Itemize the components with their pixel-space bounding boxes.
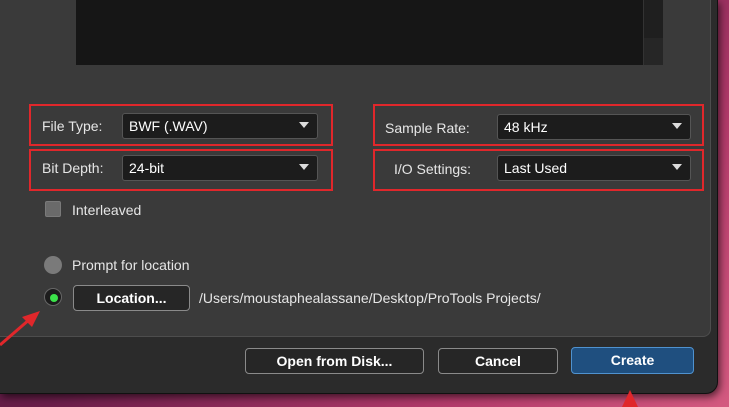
radio-selected-dot [50,294,58,302]
dialog-settings-panel: File Type: BWF (.WAV) Sample Rate: 48 kH… [0,0,711,337]
location-radio[interactable] [44,288,62,306]
new-session-dialog: File Type: BWF (.WAV) Sample Rate: 48 kH… [0,0,718,394]
interleaved-label: Interleaved [72,202,142,218]
prompt-for-location-label: Prompt for location [72,257,190,273]
prompt-for-location-radio[interactable] [44,256,62,274]
template-preview-list [76,0,663,65]
file-type-highlight-box [29,104,333,146]
bit-depth-highlight-box [29,149,333,191]
io-settings-highlight-box [373,149,704,191]
preview-scrollbar-thumb[interactable] [643,38,663,65]
cancel-button[interactable]: Cancel [438,348,558,374]
create-button[interactable]: Create [571,347,694,374]
sample-rate-highlight-box [373,104,704,146]
annotation-arrow-bottom [622,390,638,407]
preview-scrollbar-track[interactable] [643,0,663,38]
location-path: /Users/moustaphealassane/Desktop/ProTool… [199,290,541,306]
interleaved-checkbox[interactable] [45,201,61,217]
open-from-disk-button[interactable]: Open from Disk... [245,348,424,374]
annotation-arrow-left [0,311,40,347]
location-button[interactable]: Location... [73,285,190,311]
